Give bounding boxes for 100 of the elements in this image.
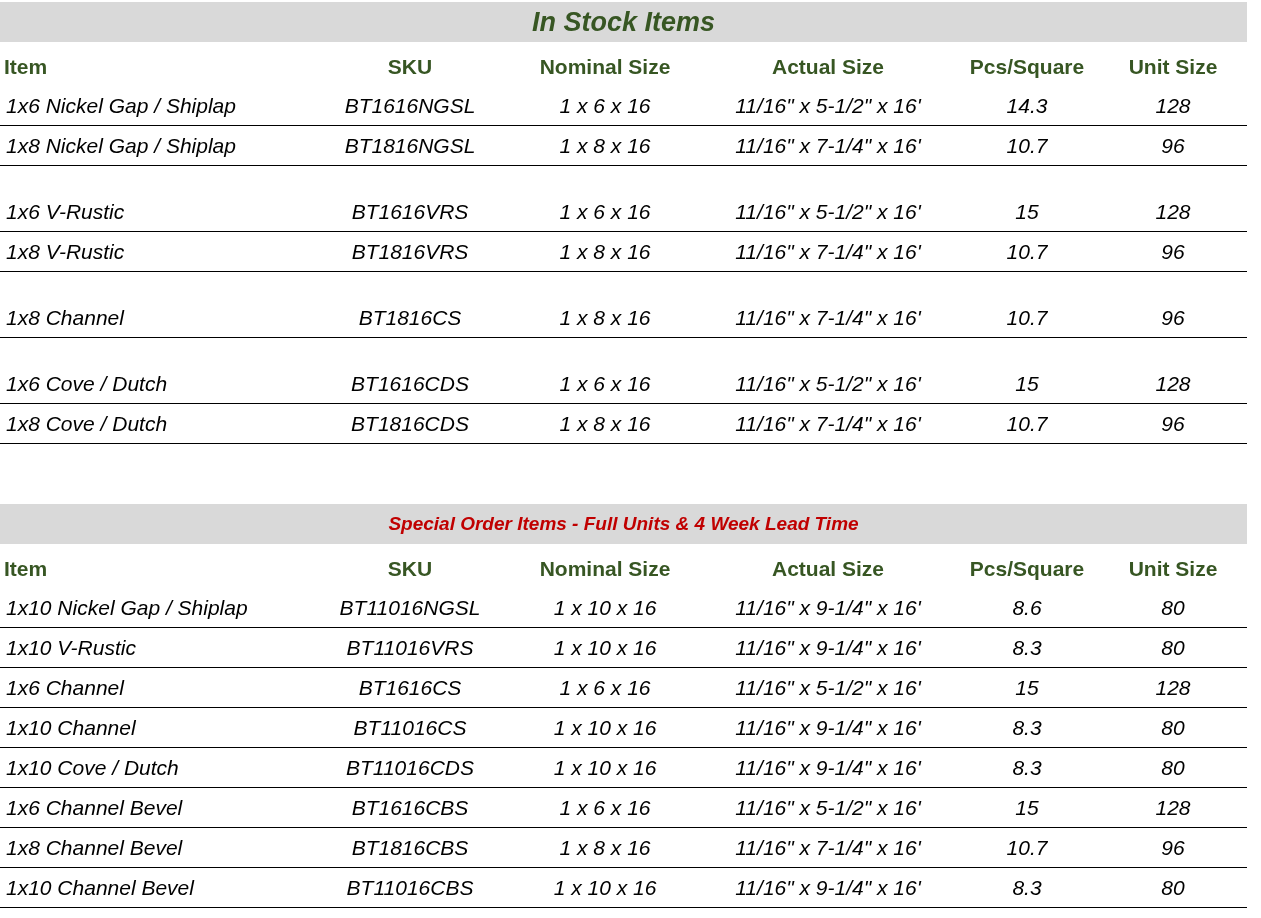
- column-header: Item: [3, 555, 49, 582]
- table-cell-text: 1 x 8 x 16: [558, 132, 652, 159]
- table-cell-text: 15: [1014, 674, 1040, 701]
- table-cell-text: 1x8 Cove / Dutch: [5, 410, 169, 437]
- table-cell-text: 8.3: [1011, 714, 1043, 741]
- table-cell-text: 10.7: [1005, 410, 1049, 437]
- table-cell-text: 128: [1154, 92, 1192, 119]
- table-cell-text: 10.7: [1005, 304, 1049, 331]
- table-cell-text: 11/16" x 9-1/4" x 16': [734, 594, 923, 621]
- table-cell-text: 80: [1160, 874, 1186, 901]
- table-cell-text: 1x8 Nickel Gap / Shiplap: [5, 132, 237, 159]
- column-header: SKU: [386, 53, 434, 80]
- table-cell-text: BT1616NGSL: [343, 92, 477, 119]
- table-cell-text: 1 x 6 x 16: [558, 674, 652, 701]
- table-cell-text: 1x10 Channel: [5, 714, 137, 741]
- table-cell-text: 1x6 Cove / Dutch: [5, 370, 169, 397]
- table-cell-text: 11/16" x 7-1/4" x 16': [734, 304, 923, 331]
- table-cell-text: 1 x 10 x 16: [552, 874, 658, 901]
- section-title: In Stock Items: [0, 2, 1247, 42]
- table-cell-text: BT11016VRS: [345, 634, 475, 661]
- column-header: Pcs/Square: [968, 53, 1086, 80]
- table-cell-text: 8.3: [1011, 874, 1043, 901]
- table-cell-text: 1x10 Cove / Dutch: [5, 754, 180, 781]
- table-cell-text: 11/16" x 5-1/2" x 16': [734, 198, 923, 225]
- table-cell-text: 11/16" x 7-1/4" x 16': [734, 238, 923, 265]
- column-header: SKU: [386, 555, 434, 582]
- table-cell-text: 1 x 8 x 16: [558, 410, 652, 437]
- table-cell-text: 10.7: [1005, 132, 1049, 159]
- table-cell-text: BT1816VRS: [350, 238, 470, 265]
- table-cell-text: 1 x 8 x 16: [558, 834, 652, 861]
- table-cell-text: 15: [1014, 794, 1040, 821]
- table-cell-text: 11/16" x 7-1/4" x 16': [734, 410, 923, 437]
- table-cell-text: 128: [1154, 370, 1192, 397]
- column-header: Pcs/Square: [968, 555, 1086, 582]
- table-cell-text: 11/16" x 7-1/4" x 16': [734, 132, 923, 159]
- table-cell-text: 1x6 Channel: [5, 674, 126, 701]
- table-cell-text: 8.3: [1011, 754, 1043, 781]
- table-cell-text: 1x10 Channel Bevel: [5, 874, 196, 901]
- table-cell-text: 96: [1160, 834, 1186, 861]
- table-cell-text: BT1816NGSL: [343, 132, 477, 159]
- column-header: Nominal Size: [538, 53, 672, 80]
- table-cell-text: 11/16" x 9-1/4" x 16': [734, 634, 923, 661]
- table-cell-text: 1 x 10 x 16: [552, 754, 658, 781]
- table-cell-text: 80: [1160, 594, 1186, 621]
- table-cell-text: BT1816CBS: [350, 834, 470, 861]
- table-cell-text: 11/16" x 5-1/2" x 16': [734, 794, 923, 821]
- table-cell-text: 96: [1160, 238, 1186, 265]
- column-header: Actual Size: [770, 53, 885, 80]
- table-cell-text: 1x10 Nickel Gap / Shiplap: [5, 594, 249, 621]
- table-cell-text: 128: [1154, 198, 1192, 225]
- table-cell-text: 15: [1014, 370, 1040, 397]
- table-cell-text: 1x10 V-Rustic: [5, 634, 137, 661]
- column-header: Unit Size: [1127, 555, 1219, 582]
- table-cell-text: 80: [1160, 754, 1186, 781]
- table-cell-text: 11/16" x 9-1/4" x 16': [734, 874, 923, 901]
- table-cell-text: BT1616VRS: [350, 198, 470, 225]
- table-cell-text: BT1616CBS: [350, 794, 470, 821]
- column-header: Unit Size: [1127, 53, 1219, 80]
- table-cell-text: 1 x 6 x 16: [558, 794, 652, 821]
- column-header: Item: [3, 53, 49, 80]
- table-cell-text: 1 x 8 x 16: [558, 304, 652, 331]
- table-cell-text: 1x6 Nickel Gap / Shiplap: [5, 92, 237, 119]
- table-cell-text: 1 x 8 x 16: [558, 238, 652, 265]
- table-cell-text: 128: [1154, 794, 1192, 821]
- table-cell-text: 11/16" x 9-1/4" x 16': [734, 714, 923, 741]
- table-cell-text: 14.3: [1005, 92, 1049, 119]
- table-cell-text: 8.3: [1011, 634, 1043, 661]
- table-cell-text: 11/16" x 5-1/2" x 16': [734, 370, 923, 397]
- table-cell-text: BT1816CS: [357, 304, 463, 331]
- table-cell-text: BT1816CDS: [350, 410, 470, 437]
- table-cell-text: 1x8 Channel: [5, 304, 126, 331]
- table-cell-text: 1x6 Channel Bevel: [5, 794, 184, 821]
- table-cell-text: 11/16" x 7-1/4" x 16': [734, 834, 923, 861]
- table-cell-text: 96: [1160, 304, 1186, 331]
- table-cell-text: 8.6: [1011, 594, 1043, 621]
- table-cell-text: 80: [1160, 634, 1186, 661]
- column-header: Actual Size: [770, 555, 885, 582]
- column-header: Nominal Size: [538, 555, 672, 582]
- table-cell-text: BT11016CS: [352, 714, 468, 741]
- table-cell-text: 1 x 10 x 16: [552, 714, 658, 741]
- table-cell-text: 1x8 V-Rustic: [5, 238, 126, 265]
- section-title: Special Order Items - Full Units & 4 Week Lead Time: [0, 504, 1247, 544]
- table-cell-text: 11/16" x 9-1/4" x 16': [734, 754, 923, 781]
- table-cell-text: BT1616CDS: [350, 370, 470, 397]
- table-cell-text: 128: [1154, 674, 1192, 701]
- table-cell-text: 1 x 10 x 16: [552, 594, 658, 621]
- table-cell-text: BT11016NGSL: [338, 594, 482, 621]
- table-cell-text: 1 x 6 x 16: [558, 198, 652, 225]
- table-cell-text: 1x8 Channel Bevel: [5, 834, 184, 861]
- table-cell-text: 1x6 V-Rustic: [5, 198, 126, 225]
- table-cell-text: 10.7: [1005, 238, 1049, 265]
- table-cell-text: 1 x 6 x 16: [558, 92, 652, 119]
- table-cell-text: 15: [1014, 198, 1040, 225]
- table-cell-text: 80: [1160, 714, 1186, 741]
- table-cell-text: 10.7: [1005, 834, 1049, 861]
- table-cell-text: BT11016CDS: [345, 754, 475, 781]
- table-cell-text: BT1616CS: [357, 674, 463, 701]
- table-cell-text: 96: [1160, 132, 1186, 159]
- table-cell-text: 11/16" x 5-1/2" x 16': [734, 92, 923, 119]
- table-cell-text: 96: [1160, 410, 1186, 437]
